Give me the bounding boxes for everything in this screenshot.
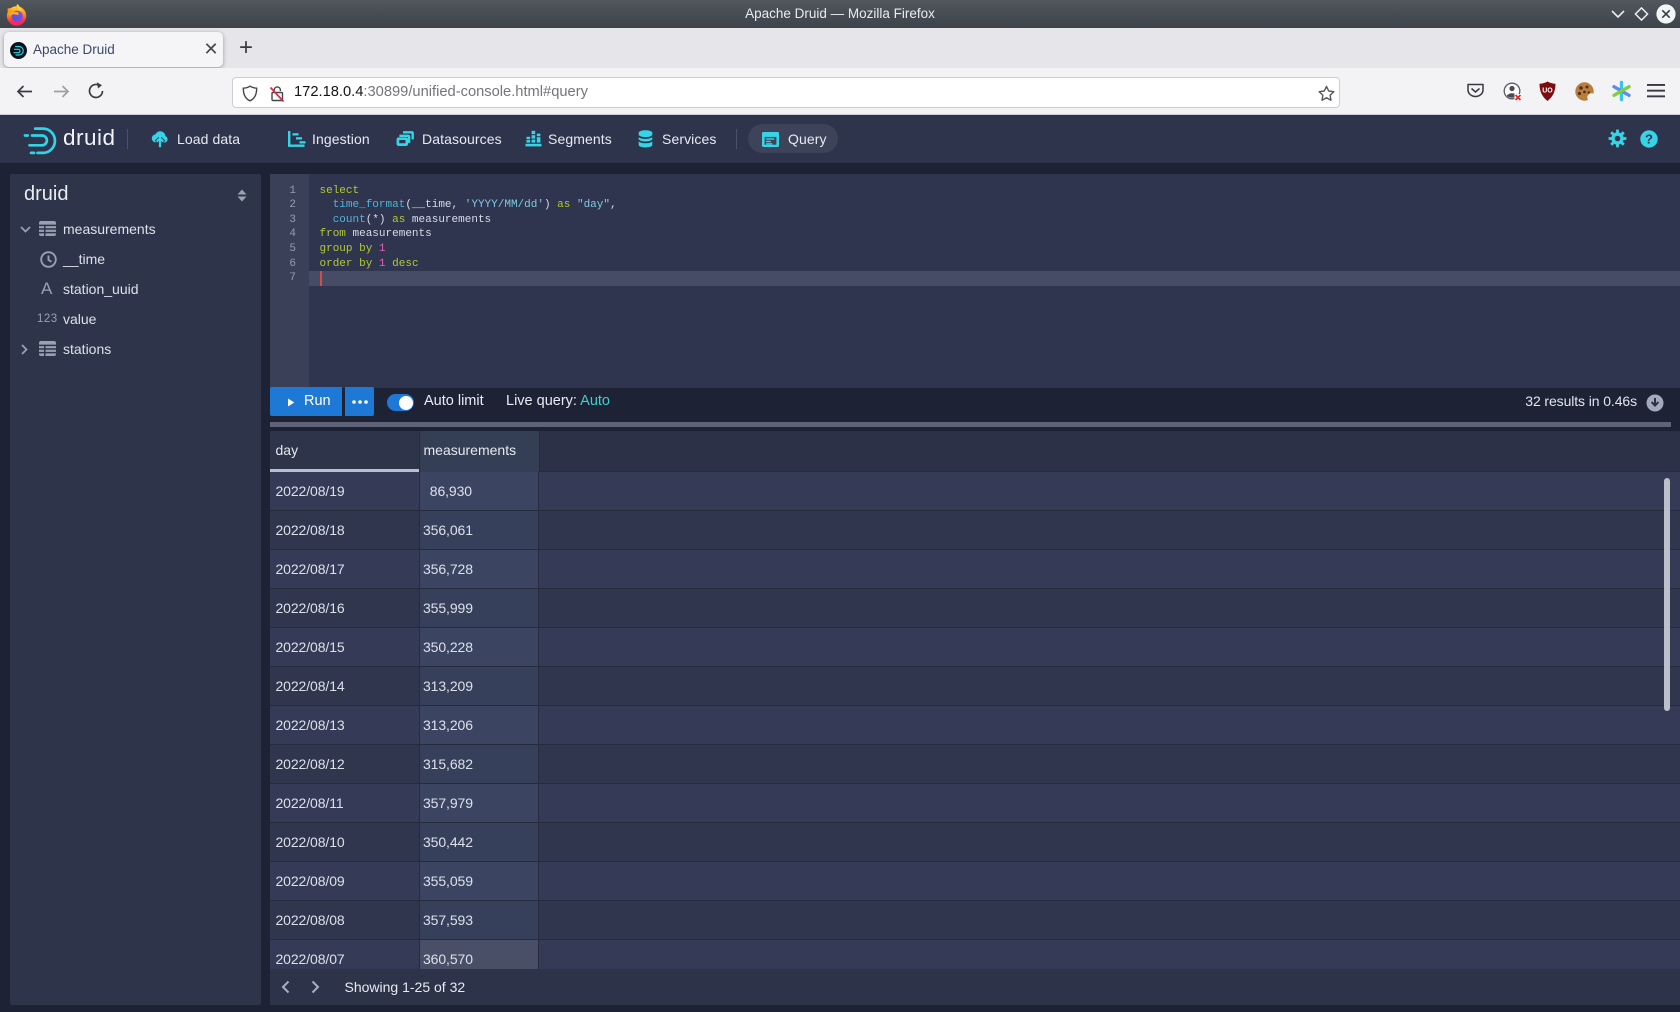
svg-text:UO: UO [1542, 88, 1553, 95]
svg-text:?: ? [1645, 131, 1653, 146]
